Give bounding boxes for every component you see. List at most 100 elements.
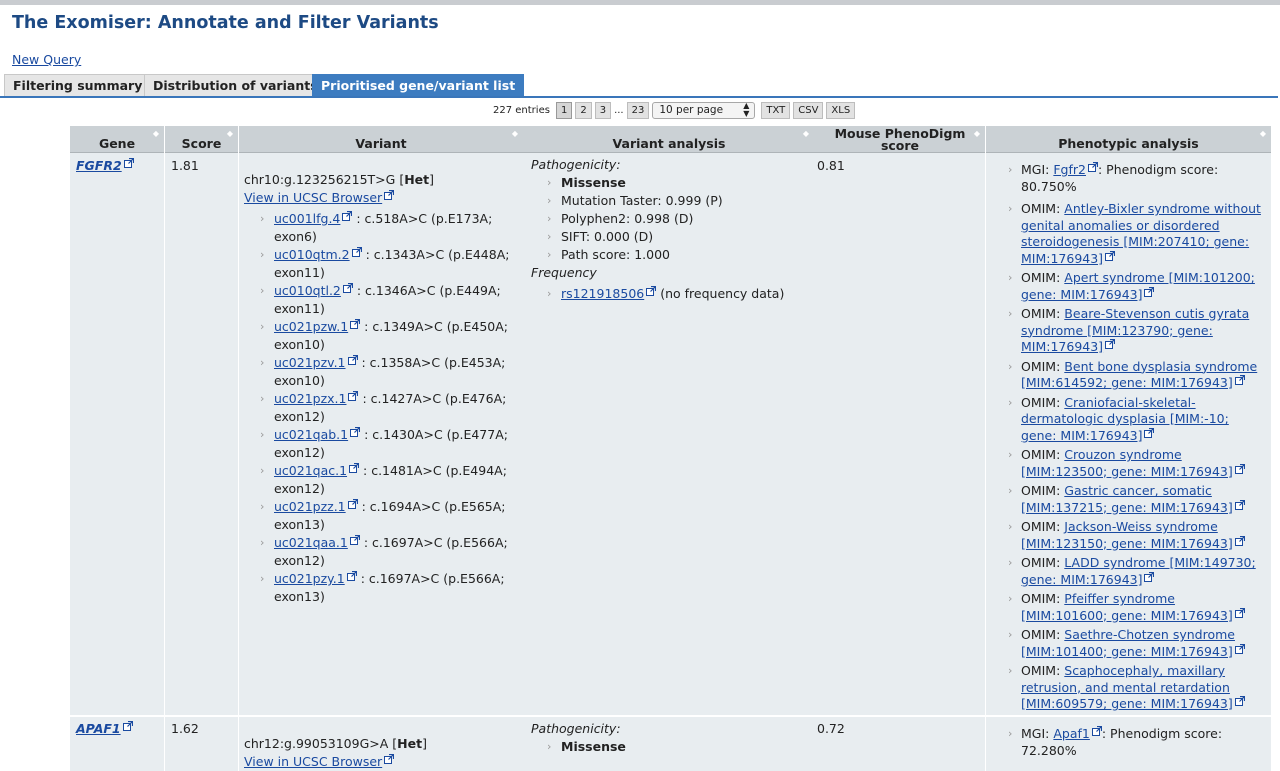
external-link-icon xyxy=(350,427,361,437)
entries-count: 227 entries xyxy=(493,104,550,116)
transcript-item: uc010qtm.2 : c.1343A>C (p.E448A;exon11) xyxy=(244,246,522,282)
external-link-icon xyxy=(349,463,360,473)
transcript-link[interactable]: uc010qtm.2 xyxy=(274,247,350,262)
column-header-score[interactable]: Score ◆ xyxy=(165,126,238,153)
external-link-icon xyxy=(346,571,357,581)
mgi-link[interactable]: Apaf1 xyxy=(1053,726,1090,741)
external-link-icon xyxy=(349,535,360,545)
variant-coordinate: chr12:g.99053109G>A [Het] xyxy=(244,736,427,751)
omim-item: OMIM: Apert syndrome [MIM:101200;gene: M… xyxy=(986,270,1271,303)
transcript-link[interactable]: uc021qab.1 xyxy=(274,427,348,442)
transcript-link[interactable]: uc021pzv.1 xyxy=(274,355,346,370)
table-row-gene: FGFR2 xyxy=(76,157,134,175)
phenotypic-analysis-cell: MGI: Apaf1: Phenodigm score:72.280% xyxy=(986,726,1271,762)
external-link-icon xyxy=(1234,375,1245,385)
mgi-link[interactable]: Fgfr2 xyxy=(1053,162,1086,177)
phenotype-list: MGI: Fgfr2: Phenodigm score:80.750% xyxy=(986,162,1271,195)
external-link-icon xyxy=(347,355,358,365)
external-link-icon xyxy=(1234,643,1245,654)
page-button-last[interactable]: 23 xyxy=(626,101,650,119)
column-header-gene[interactable]: Gene ◆ xyxy=(70,126,164,153)
new-query-link[interactable]: New Query xyxy=(12,52,81,67)
omim-item: OMIM: Crouzon syndrome[MIM:123500; gene:… xyxy=(986,447,1271,480)
transcript-item: uc021pzw.1 : c.1349A>C (p.E450A;exon10) xyxy=(244,318,522,354)
pathogenicity-list: Missense xyxy=(531,738,811,756)
mgi-item: MGI: Fgfr2: Phenodigm score:80.750% xyxy=(986,162,1271,195)
score-item: Mutation Taster: 0.999 (P) xyxy=(531,192,811,210)
score-value: 1.62 xyxy=(171,721,199,736)
frequency-item: rs121918506 (no frequency data) xyxy=(531,285,811,303)
external-link-icon xyxy=(1105,250,1116,261)
omim-item: OMIM: LADD syndrome [MIM:149730;gene: MI… xyxy=(986,555,1271,588)
transcript-link[interactable]: uc021pzx.1 xyxy=(274,391,346,406)
page-button-3[interactable]: 3 xyxy=(594,101,612,119)
score-item: Path score: 1.000 xyxy=(531,246,811,264)
page-title: The Exomiser: Annotate and Filter Varian… xyxy=(12,13,439,33)
transcript-item: uc021pzx.1 : c.1427A>C (p.E476A;exon12) xyxy=(244,390,522,426)
tab-bar: Filtering summary Distribution of varian… xyxy=(0,74,1280,98)
external-link-icon xyxy=(342,211,353,221)
tab-distribution-of-variants[interactable]: Distribution of variants xyxy=(144,74,327,96)
column-header-mouse-phenodigm[interactable]: Mouse PhenoDigm score ◆ xyxy=(815,126,985,153)
transcript-list: uc001lfg.4 : c.518A>C (p.E173A;exon6) uc… xyxy=(244,210,522,606)
transcript-link[interactable]: uc021pzz.1 xyxy=(274,499,346,514)
external-link-icon xyxy=(1234,499,1245,510)
external-link-icon xyxy=(1234,535,1245,546)
transcript-link[interactable]: uc001lfg.4 xyxy=(274,211,340,226)
transcript-item: uc021qaa.1 : c.1697A>C (p.E566A;exon12) xyxy=(244,534,522,570)
external-link-icon xyxy=(1144,427,1155,438)
transcript-item: uc021pzv.1 : c.1358A>C (p.E453A;exon10) xyxy=(244,354,522,390)
variant-coordinate: chr10:g.123256215T>G [Het] xyxy=(244,172,435,187)
ucsc-browser-link[interactable]: View in UCSC Browser xyxy=(244,190,382,205)
gene-link-fgfr2[interactable]: FGFR2 xyxy=(76,158,122,173)
tab-filtering-summary[interactable]: Filtering summary xyxy=(4,74,152,96)
transcript-link[interactable]: uc021qac.1 xyxy=(274,463,347,478)
column-divider xyxy=(164,126,165,771)
transcript-item: uc021pzz.1 : c.1694A>C (p.E565A;exon13) xyxy=(244,498,522,534)
omim-item: OMIM: Scaphocephaly, maxillaryretrusion,… xyxy=(986,663,1271,713)
omim-item: OMIM: Beare-Stevenson cutis gyratasyndro… xyxy=(986,306,1271,356)
column-header-variant[interactable]: Variant ◆ xyxy=(239,126,523,153)
page-button-1[interactable]: 1 xyxy=(555,101,573,119)
sort-icon: ◆ xyxy=(511,129,518,138)
mouse-phenodigm-score: 0.81 xyxy=(817,158,845,173)
sort-icon: ◆ xyxy=(1259,129,1266,138)
external-link-icon xyxy=(347,499,358,509)
variant-cell: chr10:g.123256215T>G [Het] View in UCSC … xyxy=(244,171,522,606)
page-button-2[interactable]: 2 xyxy=(575,101,592,119)
export-txt-button[interactable]: TXT xyxy=(761,101,791,119)
external-link-icon xyxy=(1087,162,1098,172)
table-row-gene: APAF1 xyxy=(76,720,133,738)
sort-icon: ◆ xyxy=(802,129,809,138)
variant-analysis-cell: Pathogenicity: Missense Mutation Taster:… xyxy=(531,156,811,303)
dbsnp-link[interactable]: rs121918506 xyxy=(561,286,644,301)
transcript-item: uc021pzy.1 : c.1697A>C (p.E566A;exon13) xyxy=(244,570,522,606)
external-link-icon xyxy=(1234,463,1245,474)
export-csv-button[interactable]: CSV xyxy=(793,101,824,119)
transcript-link[interactable]: uc021pzw.1 xyxy=(274,319,348,334)
pathogenicity-label: Pathogenicity: xyxy=(531,721,621,736)
column-header-phenotypic-analysis[interactable]: Phenotypic analysis ◆ xyxy=(986,126,1271,153)
external-link-icon xyxy=(350,319,361,329)
external-link-icon xyxy=(348,391,359,401)
column-divider xyxy=(238,126,239,771)
score-item: SIFT: 0.000 (D) xyxy=(531,228,811,246)
tab-prioritised-gene-variant-list[interactable]: Prioritised gene/variant list xyxy=(312,74,525,96)
frequency-list: rs121918506 (no frequency data) xyxy=(531,285,811,303)
transcript-item: uc001lfg.4 : c.518A>C (p.E173A;exon6) xyxy=(244,210,522,246)
per-page-select[interactable]: 10 per page ▲ ▼ xyxy=(652,101,756,119)
page-ellipsis: ... xyxy=(614,104,624,116)
effect-item: Missense xyxy=(531,738,811,756)
ucsc-browser-link[interactable]: View in UCSC Browser xyxy=(244,754,382,769)
variant-cell: chr12:g.99053109G>A [Het] View in UCSC B… xyxy=(244,735,522,771)
effect-item: Missense xyxy=(531,174,811,192)
external-link-icon xyxy=(1144,286,1155,297)
gene-link-apaf1[interactable]: APAF1 xyxy=(76,721,121,736)
transcript-link[interactable]: uc021qaa.1 xyxy=(274,535,348,550)
omim-item: OMIM: Gastric cancer, somatic[MIM:137215… xyxy=(986,483,1271,516)
transcript-link[interactable]: uc021pzy.1 xyxy=(274,571,345,586)
column-header-variant-analysis[interactable]: Variant analysis ◆ xyxy=(524,126,814,153)
transcript-link[interactable]: uc010qtl.2 xyxy=(274,283,341,298)
omim-item: OMIM: Jackson-Weiss syndrome[MIM:123150;… xyxy=(986,519,1271,552)
export-xls-button[interactable]: XLS xyxy=(826,101,856,119)
